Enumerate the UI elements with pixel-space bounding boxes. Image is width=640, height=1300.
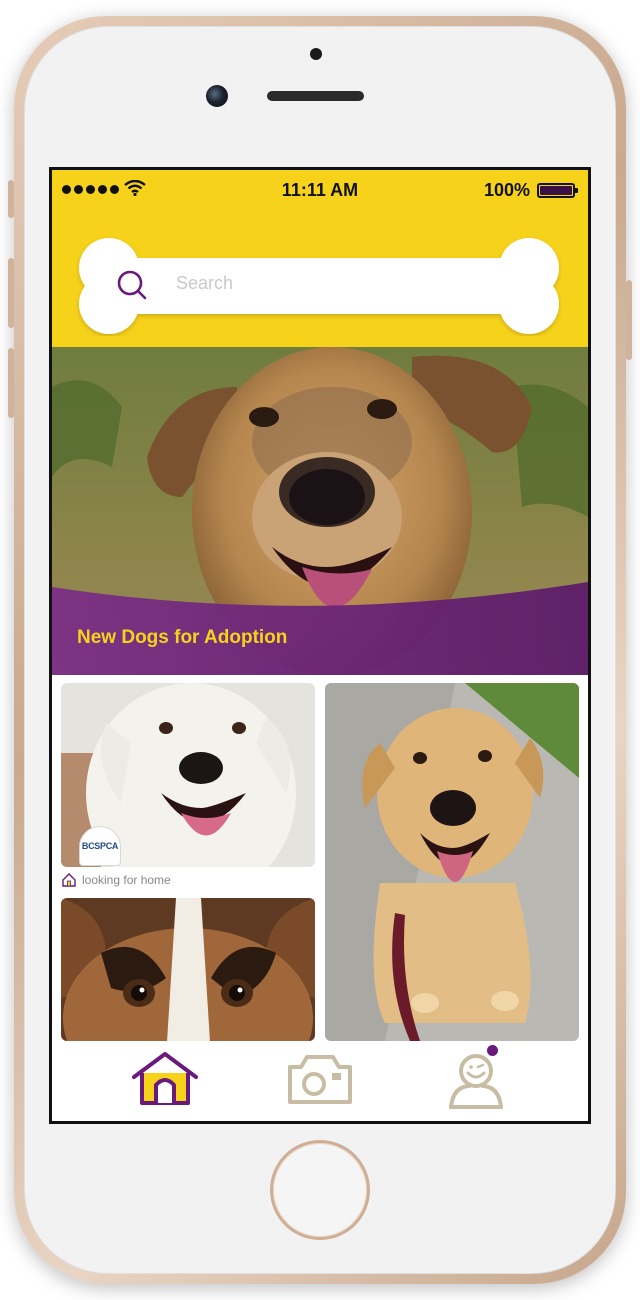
dog-photo: [325, 683, 579, 1041]
status-bar: 11:11 AM 100%: [52, 170, 588, 210]
battery-percentage: 100%: [483, 180, 530, 200]
tab-profile[interactable]: [447, 1043, 505, 1114]
power-button: [626, 280, 632, 360]
bottom-tab-bar: [52, 1041, 588, 1121]
app-header: 11:11 AM 100% Search: [52, 170, 588, 347]
notification-dot: [485, 1043, 500, 1058]
small-home-icon: [62, 873, 76, 887]
adoption-status: looking for home: [61, 872, 171, 888]
adoption-status-text: looking for home: [82, 873, 171, 887]
search-input[interactable]: Search: [176, 273, 233, 294]
hero-dog-photo: [52, 347, 588, 675]
dog-card-lab[interactable]: [325, 683, 579, 1041]
hero-banner[interactable]: New Dogs for Adoption: [52, 347, 588, 675]
volume-down-button: [8, 348, 14, 418]
earpiece-speaker: [267, 91, 364, 101]
front-camera: [206, 85, 228, 107]
hero-title: New Dogs for Adoption: [77, 627, 288, 648]
mute-switch: [8, 180, 14, 218]
bcspca-badge: BCSPCA: [79, 826, 121, 866]
bone-shape: [79, 238, 559, 334]
tab-home[interactable]: [130, 1051, 200, 1112]
home-icon: [132, 1052, 198, 1105]
dog-card-brown[interactable]: [61, 898, 315, 1041]
home-button[interactable]: [273, 1143, 367, 1237]
app-screen: 11:11 AM 100% Search New Dogs for Adopti…: [49, 167, 591, 1124]
tab-camera[interactable]: [287, 1051, 353, 1112]
search-icon: [117, 270, 147, 300]
proximity-sensor: [310, 48, 322, 60]
dog-card-white[interactable]: BCSPCA: [61, 683, 315, 867]
search-bar[interactable]: Search: [76, 236, 562, 336]
volume-up-button: [8, 258, 14, 328]
profile-icon: [449, 1054, 503, 1109]
camera-icon: [288, 1055, 352, 1104]
dog-photo: [61, 898, 315, 1041]
battery-icon: [537, 183, 578, 198]
